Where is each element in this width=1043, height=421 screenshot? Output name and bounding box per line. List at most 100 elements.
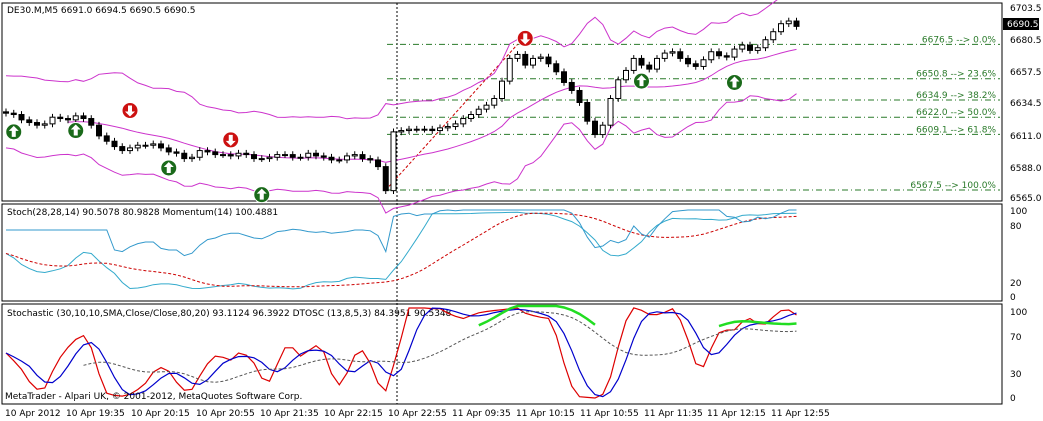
candle-bull [421, 128, 428, 131]
copyright-text: MetaTrader - Alpari UK, © 2001-2012, Met… [5, 392, 302, 402]
candle-bull [127, 147, 133, 152]
candle-bull [739, 44, 746, 50]
buy-arrow-icon [160, 159, 178, 177]
candle-bull [491, 97, 498, 106]
candle-bull [398, 130, 405, 133]
candle-bear [243, 152, 250, 156]
candle-bull [142, 144, 149, 147]
candle-bull [196, 150, 203, 158]
candle-bear [592, 120, 598, 136]
candle-bull [49, 116, 56, 125]
candle-bull [282, 154, 288, 157]
price-tick: 6634.5 [1010, 99, 1042, 109]
candle-bear [646, 64, 653, 70]
candle-bear [181, 152, 188, 160]
candle-bear [173, 151, 180, 154]
p3-tick: 70 [1010, 333, 1022, 343]
candle-bull [537, 56, 544, 59]
candle-bull [413, 128, 420, 131]
candle-bear [677, 51, 684, 59]
candle-bear [561, 71, 567, 83]
candle-bear [328, 156, 335, 161]
candle-bull [514, 53, 521, 59]
candle-bear [111, 140, 118, 148]
candle-bull [297, 156, 304, 159]
candle-bull [754, 47, 761, 51]
candle-bull [344, 155, 350, 161]
price-tick: 6611.0 [1010, 132, 1042, 142]
sell-arrow-icon [516, 29, 534, 47]
candle-bull [134, 144, 141, 149]
candle-bull [778, 23, 784, 33]
candle-bear [576, 89, 583, 104]
candle-bear [165, 147, 172, 153]
candle-bear [204, 150, 211, 153]
candle-bear [747, 44, 753, 51]
candle-bear [158, 143, 164, 149]
candle-bear [289, 154, 296, 158]
candle-bear [723, 55, 730, 58]
candle-bull [189, 156, 195, 160]
sell-arrow-icon [121, 102, 139, 120]
time-label: 11 Apr 10:15 [516, 409, 575, 419]
candle-bull [41, 123, 48, 126]
candle-bull [661, 52, 668, 59]
candle-bull [599, 124, 606, 136]
candle-bull [460, 118, 467, 125]
candle-bull [468, 114, 474, 120]
candle-bear [638, 57, 645, 66]
price-tick: 6657.5 [1010, 68, 1042, 78]
candle-bull [708, 51, 715, 61]
candle-bear [685, 57, 691, 65]
candle-bear [375, 159, 381, 168]
candle-bear [119, 146, 126, 152]
candle-bear [382, 166, 389, 192]
main-header: DE30.M,M5 6691.0 6694.5 6690.5 6690.5 [7, 6, 195, 16]
candle-bull [305, 152, 312, 158]
candle-bear [212, 151, 219, 156]
candle-bull [351, 154, 358, 157]
chart-svg: 6676.5 --> 0.0% 6650.8 --> 23.6% 6634.9 --… [0, 0, 1043, 421]
time-label: 10 Apr 2012 [5, 409, 61, 419]
time-label: 10 Apr 21:35 [260, 409, 319, 419]
sell-arrow-icon [222, 131, 240, 149]
candle-bear [227, 154, 234, 157]
p2-tick: 80 [1010, 222, 1022, 232]
candle-bear [568, 81, 575, 91]
fib-level-label: 6676.5 --> 0.0% [922, 35, 997, 45]
time-label: 10 Apr 22:55 [388, 409, 447, 419]
price-tick: 6565.0 [1010, 194, 1042, 204]
fib-level-label: 6650.8 --> 23.6% [916, 70, 996, 80]
candle-bull [235, 152, 242, 157]
price-tick: 6588.0 [1010, 164, 1042, 174]
candle-bull [630, 57, 637, 71]
time-label: 11 Apr 09:35 [452, 409, 511, 419]
candle-bull [615, 79, 622, 99]
candle-bull [444, 126, 451, 129]
buy-arrow-icon [67, 122, 85, 140]
price-tick: 6703.5 [1010, 4, 1042, 14]
candle-bull [220, 154, 226, 157]
candle-bull [475, 108, 482, 116]
candle-bear [251, 154, 257, 160]
buy-arrow-icon [5, 123, 23, 141]
candle-bear [103, 135, 110, 142]
candle-bull [506, 57, 513, 82]
candle-bull [669, 51, 676, 54]
fib-level-label: 6609.1 --> 61.8% [916, 125, 996, 135]
candle-bull [762, 39, 769, 49]
panel2-header: Stoch(28,28,14) 90.5078 80.9828 Momentum… [7, 208, 278, 218]
candle-bull [700, 59, 707, 67]
candle-bear [716, 51, 722, 57]
candle-bull [390, 131, 397, 192]
buy-arrow-icon [633, 72, 650, 90]
p3-tick: 30 [1010, 370, 1022, 380]
candle-bull [406, 128, 412, 132]
candle-bull [770, 31, 777, 41]
candle-bull [654, 57, 660, 70]
candle-bear [10, 112, 17, 116]
candle-bear [34, 122, 40, 126]
candle-bear [692, 63, 699, 67]
candle-bull [437, 127, 443, 132]
candle-bull [452, 123, 459, 128]
